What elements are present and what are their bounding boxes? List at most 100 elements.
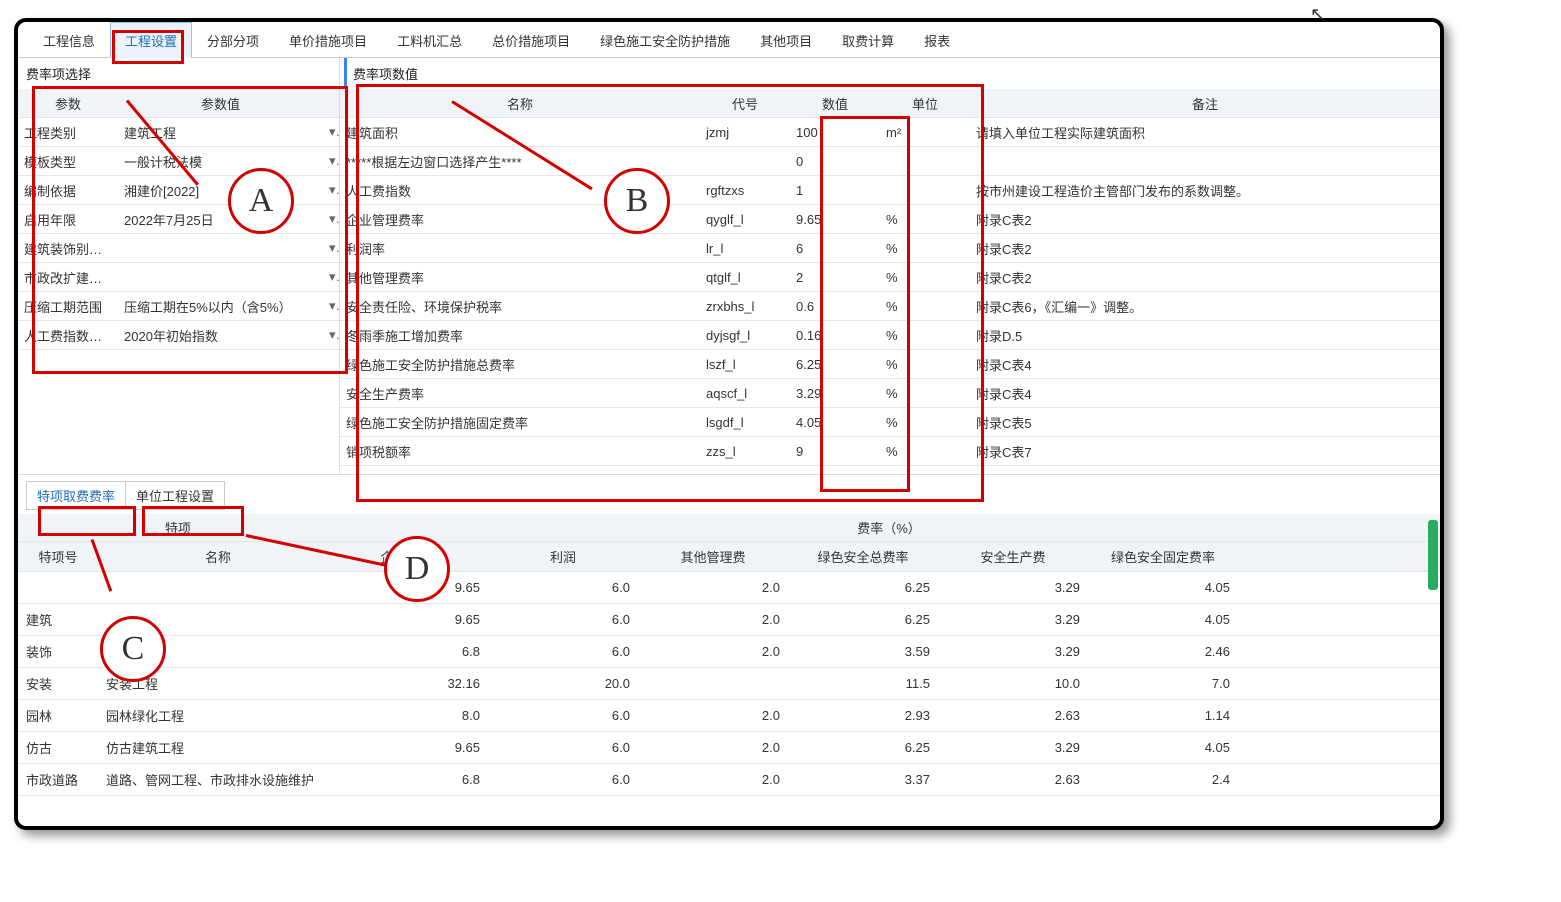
param-value[interactable]: 一般计税法模 (118, 152, 323, 171)
dropdown-icon[interactable]: ▾ (323, 327, 339, 343)
dropdown-icon[interactable]: ▾ (323, 211, 339, 227)
rate-remark: 按市州建设工程造价主管部门发布的系数调整。 (970, 181, 1440, 200)
rate-name: 安全生产费率 (340, 384, 700, 403)
rate-value[interactable]: 6.25 (790, 357, 880, 372)
param-row[interactable]: 编制依据湘建价[2022]▾ (18, 176, 339, 205)
dropdown-icon[interactable]: ▾ (323, 124, 339, 140)
special-row[interactable]: 建筑9.656.02.06.253.294.05 (18, 604, 1440, 636)
rate-row[interactable]: 绿色施工安全防护措施总费率lszf_l6.25%附录C表4 (340, 350, 1440, 379)
vertical-scrollbar[interactable] (1428, 520, 1438, 590)
sp-c3: 2.0 (638, 612, 788, 627)
sp-name: 仿古建筑工程 (98, 738, 338, 757)
sp-name: 园林绿化工程 (98, 706, 338, 725)
sp-c3: 2.0 (638, 740, 788, 755)
tab-9[interactable]: 报表 (909, 22, 965, 57)
sub-tabs: 特项取费费率单位工程设置 (18, 475, 1440, 514)
rate-row[interactable]: 安全责任险、环境保护税率zrxbhs_l0.6%附录C表6，《汇编一》调整。 (340, 292, 1440, 321)
dropdown-icon[interactable]: ▾ (323, 269, 339, 285)
sp-c1: 9.65 (338, 580, 488, 595)
special-header: 特项号 名称 企业管理费 利润 其他管理费 绿色安全总费率 安全生产费 绿色安全… (18, 542, 1440, 572)
tab-6[interactable]: 绿色施工安全防护措施 (585, 22, 745, 57)
special-row[interactable]: 仿古仿古建筑工程9.656.02.06.253.294.05 (18, 732, 1440, 764)
rate-value[interactable]: 0 (790, 154, 880, 169)
tab-7[interactable]: 其他项目 (745, 22, 827, 57)
param-value[interactable]: 建筑工程 (118, 123, 323, 142)
rate-row[interactable]: *****根据左边窗口选择产生**** 0 (340, 147, 1440, 176)
param-row[interactable]: 市政改扩建工程▾ (18, 263, 339, 292)
sub-tab-1[interactable]: 单位工程设置 (125, 481, 225, 510)
tab-3[interactable]: 单价措施项目 (274, 22, 382, 57)
tab-5[interactable]: 总价措施项目 (477, 22, 585, 57)
rate-row[interactable]: 冬雨季施工增加费率dyjsgf_l0.16%附录D.5 (340, 321, 1440, 350)
rate-value[interactable]: 9 (790, 444, 880, 459)
rate-value[interactable]: 3.29 (790, 386, 880, 401)
rate-row[interactable]: 企业管理费率qyglf_l9.65%附录C表2 (340, 205, 1440, 234)
tab-8[interactable]: 取费计算 (827, 22, 909, 57)
param-row[interactable]: 建筑装饰别墅矛▾ (18, 234, 339, 263)
special-row[interactable]: 园林园林绿化工程8.06.02.02.932.631.14 (18, 700, 1440, 732)
rate-selection-panel: 费率项选择 参数 参数值 工程类别建筑工程▾模板类型一般计税法模▾编制依据湘建价… (18, 58, 340, 474)
param-value[interactable]: 压缩工期在5%以内（含5%） (118, 297, 323, 316)
rate-value[interactable]: 1 (790, 183, 880, 198)
param-row[interactable]: 模板类型一般计税法模▾ (18, 147, 339, 176)
sp-c6: 1.14 (1088, 708, 1238, 723)
rate-code: qyglf_l (700, 212, 790, 227)
rate-value[interactable]: 2 (790, 270, 880, 285)
rate-row[interactable]: 利润率lr_l6%附录C表2 (340, 234, 1440, 263)
dropdown-icon[interactable]: ▾ (323, 182, 339, 198)
sp-c2: 6.0 (488, 580, 638, 595)
param-row[interactable]: 启用年限2022年7月25日▾ (18, 205, 339, 234)
param-value[interactable]: 2022年7月25日 (118, 210, 323, 229)
rate-value[interactable]: 4.05 (790, 415, 880, 430)
special-row[interactable]: 安装安装工程32.1620.011.510.07.0 (18, 668, 1440, 700)
rate-code: zzs_l (700, 444, 790, 459)
rate-value[interactable]: 100 (790, 125, 880, 140)
special-row[interactable]: 9.656.02.06.253.294.05 (18, 572, 1440, 604)
sp-no: 安装 (18, 674, 98, 693)
sp-c4: 2.93 (788, 708, 938, 723)
param-value[interactable]: 湘建价[2022] (118, 181, 323, 200)
rate-code: qtglf_l (700, 270, 790, 285)
sub-tab-0[interactable]: 特项取费费率 (26, 481, 126, 510)
rate-row[interactable]: 建筑面积jzmj100m²请填入单位工程实际建筑面积 (340, 118, 1440, 147)
tab-2[interactable]: 分部分项 (192, 22, 274, 57)
rate-row[interactable]: 绿色施工安全防护措施固定费率lsgdf_l4.05%附录C表5 (340, 408, 1440, 437)
dropdown-icon[interactable]: ▾ (323, 298, 339, 314)
param-value[interactable]: 2020年初始指数 (118, 326, 323, 345)
rate-row[interactable]: 销项税额率zzs_l9%附录C表7 (340, 437, 1440, 466)
special-row[interactable]: 装饰装饰工程6.86.02.03.593.292.46 (18, 636, 1440, 668)
dropdown-icon[interactable]: ▾ (323, 153, 339, 169)
sp-c2: 6.0 (488, 708, 638, 723)
dropdown-icon[interactable]: ▾ (323, 240, 339, 256)
rate-remark: 附录C表2 (970, 268, 1440, 287)
sp-name: 道路、管网工程、市政排水设施维护 (98, 770, 338, 789)
rate-name: *****根据左边窗口选择产生**** (340, 152, 700, 171)
param-row[interactable]: 工程类别建筑工程▾ (18, 118, 339, 147)
rate-name: 利润率 (340, 239, 700, 258)
sp-c2: 20.0 (488, 676, 638, 691)
param-name: 编制依据 (18, 181, 118, 200)
rate-value[interactable]: 9.65 (790, 212, 880, 227)
tab-0[interactable]: 工程信息 (28, 22, 110, 57)
rate-row[interactable]: 人工费指数rgftzxs1按市州建设工程造价主管部门发布的系数调整。 (340, 176, 1440, 205)
param-header-value: 参数值 (118, 94, 323, 113)
rate-value[interactable]: 6 (790, 241, 880, 256)
rate-row[interactable]: 其他管理费率qtglf_l2%附录C表2 (340, 263, 1440, 292)
rate-header-remark: 备注 (970, 94, 1440, 113)
rate-value[interactable]: 0.6 (790, 299, 880, 314)
rate-unit: % (880, 415, 970, 430)
sp-name: 装饰工程 (98, 642, 338, 661)
tab-4[interactable]: 工料机汇总 (382, 22, 477, 57)
sp-header-c1: 企业管理费 (338, 547, 488, 566)
rate-value[interactable]: 0.16 (790, 328, 880, 343)
param-row[interactable]: 人工费指数设定2020年初始指数▾ (18, 321, 339, 350)
tab-1[interactable]: 工程设置 (110, 22, 192, 58)
sp-header-c5: 安全生产费 (938, 547, 1088, 566)
param-row[interactable]: 压缩工期范围压缩工期在5%以内（含5%）▾ (18, 292, 339, 321)
rate-row[interactable]: 安全生产费率aqscf_l3.29%附录C表4 (340, 379, 1440, 408)
rate-header-value: 数值 (790, 94, 880, 113)
special-row[interactable]: 市政道路道路、管网工程、市政排水设施维护6.86.02.03.372.632.4 (18, 764, 1440, 796)
sp-c4: 6.25 (788, 740, 938, 755)
rate-code: aqscf_l (700, 386, 790, 401)
rate-unit: % (880, 386, 970, 401)
